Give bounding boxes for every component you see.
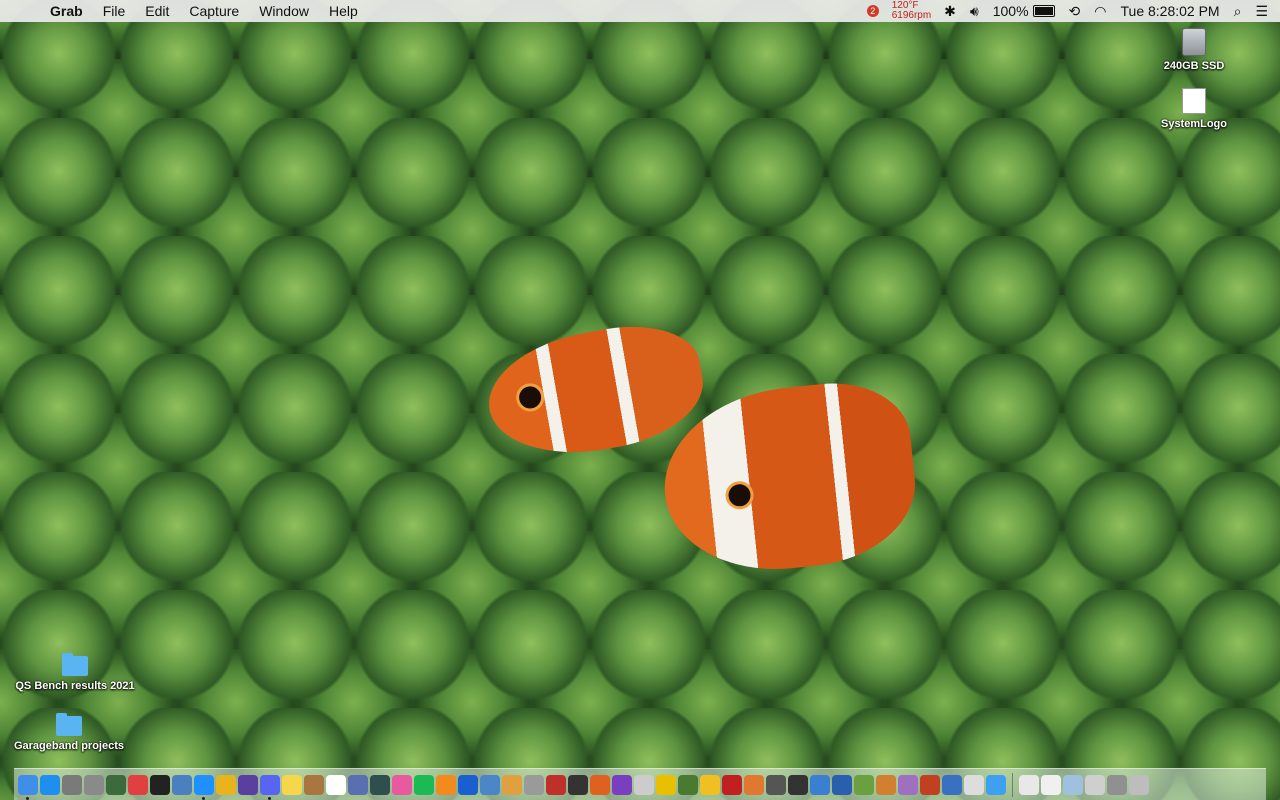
bluetooth-icon[interactable]: ✱ (937, 0, 963, 22)
time-machine-icon[interactable] (370, 774, 390, 795)
dock (14, 768, 1266, 800)
firefox-icon[interactable] (238, 774, 258, 795)
menu-edit[interactable]: Edit (135, 0, 179, 22)
compass-icon[interactable] (150, 774, 170, 795)
menu-file[interactable]: File (93, 0, 136, 22)
sliders-icon[interactable] (832, 774, 852, 795)
document-stack-icon[interactable] (1019, 774, 1039, 795)
time-machine-menu-icon[interactable]: ⟲ (1062, 0, 1088, 22)
menu-capture[interactable]: Capture (179, 0, 249, 22)
notification-badge-icon[interactable]: 2 (860, 0, 886, 22)
notification-center-icon[interactable]: ☰ (1248, 0, 1280, 22)
gear-red-icon[interactable] (722, 774, 742, 795)
photos-browser-icon[interactable] (348, 774, 368, 795)
fan-speed-readout: 6196rpm (891, 10, 932, 21)
dock-separator (1012, 772, 1013, 797)
desktop-icon-label: 240GB SSD (1163, 60, 1225, 72)
books-icon[interactable] (436, 774, 456, 795)
calendar-icon[interactable] (326, 774, 346, 795)
desktop-icon-garageband-projects[interactable]: Garageband projects (0, 713, 139, 752)
messages-icon[interactable] (986, 774, 1006, 795)
itunes-icon[interactable] (392, 774, 412, 795)
disc-icon[interactable] (766, 774, 786, 795)
battery-percent: 100% (992, 3, 1029, 19)
unity-icon[interactable] (788, 774, 808, 795)
utility-icon[interactable] (106, 774, 126, 795)
volume-icon[interactable]: 🔊︎ (963, 0, 986, 22)
battery-status[interactable]: 100% (986, 0, 1062, 22)
menu-help[interactable]: Help (319, 0, 368, 22)
radiation-icon[interactable] (656, 774, 676, 795)
chrome-icon[interactable] (216, 774, 236, 795)
plane-green-icon[interactable] (854, 774, 874, 795)
folder-icon (62, 653, 88, 676)
contacts-icon[interactable] (304, 774, 324, 795)
chart-app-icon[interactable] (920, 774, 940, 795)
vs-code-icon[interactable] (810, 774, 830, 795)
discord-icon[interactable] (260, 774, 280, 800)
spotify-icon[interactable] (414, 774, 434, 795)
menu-clock[interactable]: Tue 8:28:02 PM (1114, 0, 1227, 22)
desktop-icon-240gb-ssd[interactable]: 240GB SSD (1124, 28, 1264, 72)
blaster-icon[interactable] (876, 774, 896, 795)
file-icon[interactable] (1041, 774, 1061, 795)
game-icon[interactable] (546, 774, 566, 795)
image-app-icon[interactable] (524, 774, 544, 795)
hard-drive-icon (1182, 28, 1206, 56)
notes-icon[interactable] (282, 774, 302, 795)
smiley-icon[interactable] (700, 774, 720, 795)
safari-icon[interactable] (194, 774, 214, 800)
photo-booth-icon[interactable] (84, 774, 104, 795)
notification-count: 2 (866, 5, 879, 17)
window-stack-icon[interactable] (1107, 774, 1127, 795)
drive-stack-icon[interactable] (1085, 774, 1105, 795)
menu-window[interactable]: Window (249, 0, 319, 22)
app-menu[interactable]: Grab (40, 0, 93, 22)
epic-icon[interactable] (612, 774, 632, 795)
spotlight-search-icon[interactable]: ⌕ (1227, 0, 1249, 22)
paint-icon[interactable] (942, 774, 962, 795)
menu-bar: Grab File Edit Capture Window Help 2 120… (0, 0, 1280, 22)
app-store-icon[interactable] (40, 774, 60, 795)
desktop-icon-systemlogo[interactable]: SystemLogo (1124, 88, 1264, 130)
plane-icon[interactable] (744, 774, 764, 795)
cow-icon[interactable] (898, 774, 918, 795)
system-preferences-icon[interactable] (62, 774, 82, 795)
alien-icon[interactable] (678, 774, 698, 795)
preview-icon[interactable] (172, 774, 192, 795)
apple-logo-icon (1182, 88, 1206, 114)
skull-icon[interactable] (568, 774, 588, 795)
desktop-icon-label: SystemLogo (1160, 118, 1227, 130)
screenshot-stack-icon[interactable] (1063, 774, 1083, 795)
color-picker-icon[interactable] (502, 774, 522, 795)
wifi-icon[interactable]: ◠ (1087, 0, 1113, 22)
malwarebytes-icon[interactable] (458, 774, 478, 795)
document-icon[interactable] (634, 774, 654, 795)
triangle-app-icon[interactable] (590, 774, 610, 795)
desktop-icon-label: QS Bench results 2021 (15, 680, 135, 692)
sensor-readout[interactable]: 120°F 6196rpm (886, 1, 937, 21)
battery-icon (1032, 5, 1055, 17)
guitar-icon[interactable] (480, 774, 500, 795)
folder-icon (56, 713, 82, 736)
text-edit-icon[interactable] (964, 774, 984, 795)
desktop-icon-qs-bench-results[interactable]: QS Bench results 2021 (5, 653, 145, 692)
desktop-icon-label: Garageband projects (13, 740, 125, 752)
x-app-icon[interactable] (128, 774, 148, 795)
finder-icon[interactable] (18, 774, 38, 800)
trash-icon[interactable] (1129, 774, 1149, 795)
